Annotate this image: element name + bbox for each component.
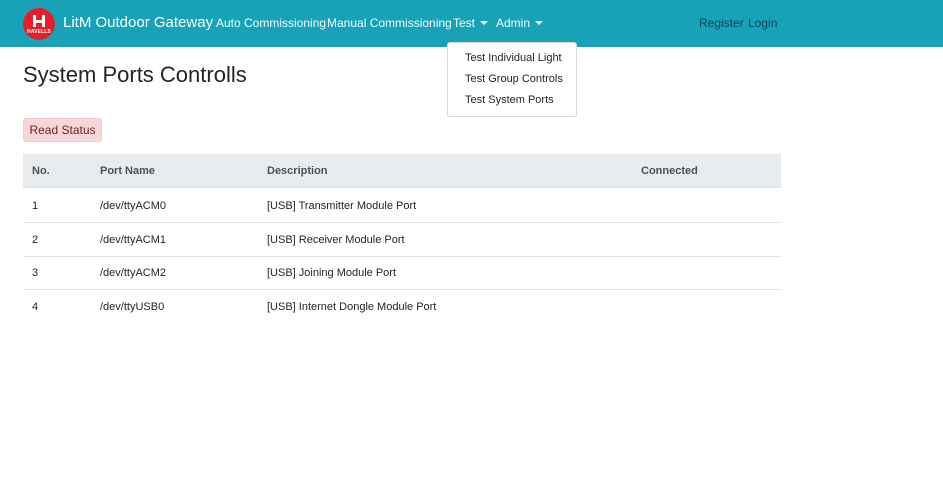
table-row: 4 /dev/ttyUSB0 [USB] Internet Dongle Mod… — [23, 290, 781, 324]
logo-wordmark: HAVELLS — [27, 29, 51, 35]
cell-description: [USB] Receiver Module Port — [267, 234, 405, 246]
table-row: 3 /dev/ttyACM2 [USB] Joining Module Port — [23, 256, 781, 290]
cell-no: 2 — [32, 234, 39, 246]
havells-mark-icon — [33, 15, 45, 27]
header-description: Description — [267, 165, 328, 177]
cell-no: 4 — [32, 301, 39, 313]
test-dropdown-menu: Test Individual Light Test Group Control… — [447, 42, 577, 117]
cell-description: [USB] Transmitter Module Port — [267, 200, 417, 212]
cell-description: [USB] Internet Dongle Module Port — [267, 301, 437, 313]
header-port-name: Port Name — [100, 165, 156, 177]
menu-item-test-individual-light[interactable]: Test Individual Light — [465, 51, 562, 65]
nav-test-dropdown[interactable]: Test — [453, 16, 489, 31]
menu-item-test-system-ports[interactable]: Test System Ports — [465, 93, 554, 107]
cell-port-name: /dev/ttyACM2 — [100, 267, 167, 279]
header-no: No. — [32, 165, 50, 177]
page-title: System Ports Controlls — [23, 62, 247, 87]
cell-no: 3 — [32, 267, 39, 279]
header-connected: Connected — [641, 165, 698, 177]
cell-port-name: /dev/ttyACM0 — [100, 200, 167, 212]
nav-manual-commissioning[interactable]: Manual Commissioning — [327, 16, 452, 31]
havells-logo-icon[interactable]: HAVELLS — [23, 8, 55, 40]
nav-admin-dropdown[interactable]: Admin — [496, 16, 544, 31]
cell-port-name: /dev/ttyACM1 — [100, 234, 167, 246]
cell-no: 1 — [32, 200, 39, 212]
table-row: 1 /dev/ttyACM0 [USB] Transmitter Module … — [23, 189, 781, 223]
caret-down-icon — [535, 21, 544, 25]
nav-auto-commissioning[interactable]: Auto Commissioning — [216, 16, 326, 31]
cell-description: [USB] Joining Module Port — [267, 267, 397, 279]
read-status-button[interactable]: Read Status — [23, 118, 102, 142]
nav-register[interactable]: Register — [699, 16, 744, 31]
caret-down-icon — [480, 21, 489, 25]
top-navbar: HAVELLS LitM Outdoor Gateway Auto Commis… — [0, 0, 943, 47]
nav-admin-label: Admin — [496, 16, 531, 30]
menu-item-test-group-controls[interactable]: Test Group Controls — [465, 72, 563, 86]
nav-test-label: Test — [453, 16, 476, 30]
table-row: 2 /dev/ttyACM1 [USB] Receiver Module Por… — [23, 223, 781, 257]
nav-login[interactable]: Login — [748, 16, 777, 31]
cell-port-name: /dev/ttyUSB0 — [100, 301, 165, 313]
table-header: No. Port Name Description Connected — [23, 154, 781, 188]
brand-name[interactable]: LitM Outdoor Gateway — [63, 14, 213, 32]
